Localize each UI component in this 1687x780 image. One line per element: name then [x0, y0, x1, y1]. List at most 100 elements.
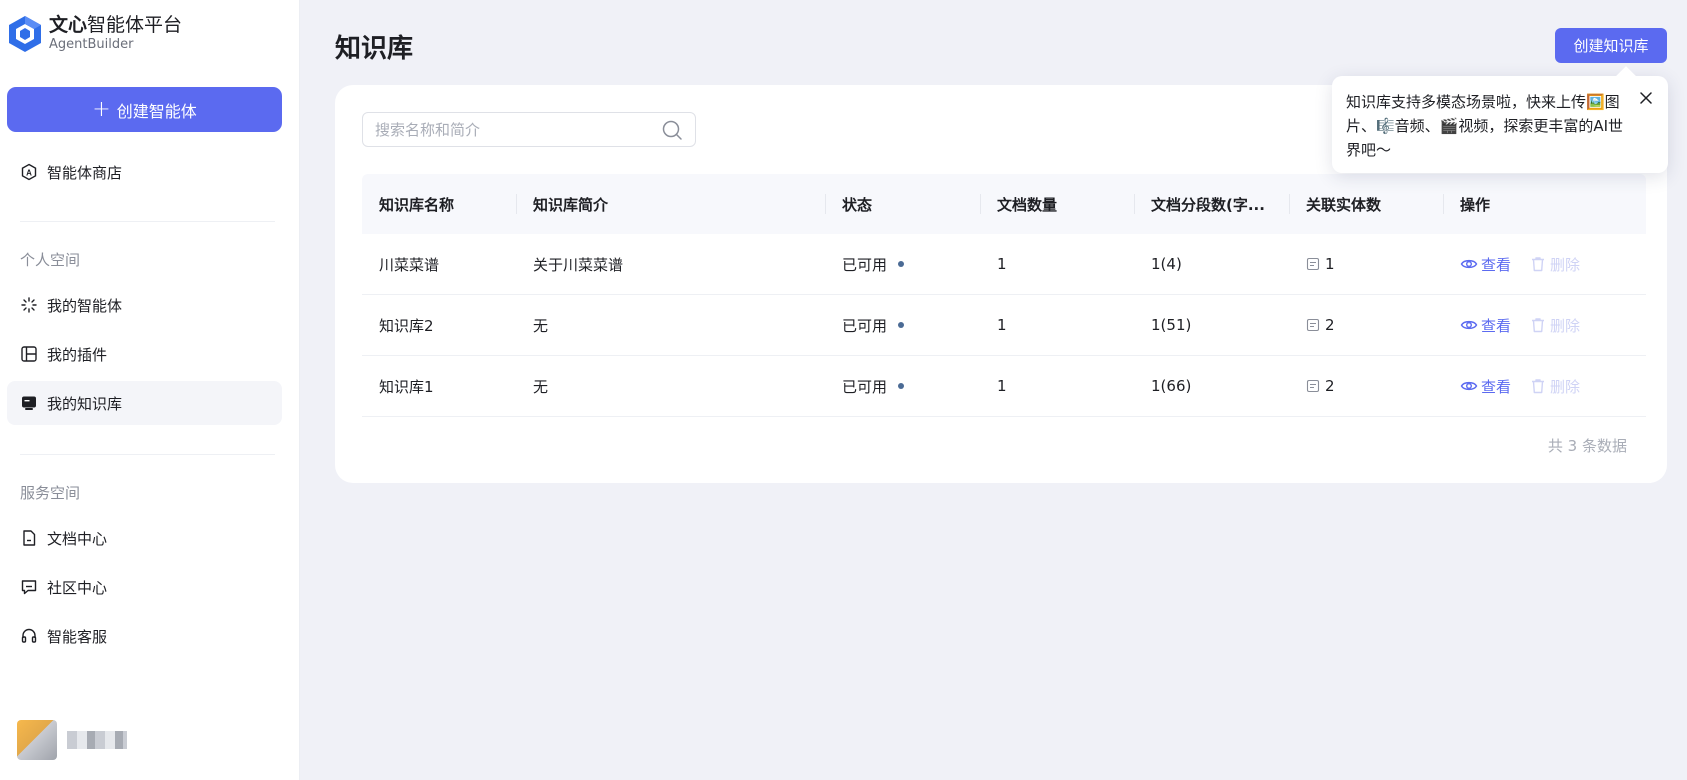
status-text: 已可用: [842, 255, 888, 274]
sidebar-item-community[interactable]: 社区中心: [7, 565, 282, 609]
view-label: 查看: [1481, 377, 1512, 396]
sparkle-icon: [21, 297, 37, 313]
store-icon: A: [21, 163, 37, 181]
app-logo[interactable]: 文心智能体平台 AgentBuilder: [8, 12, 182, 56]
document-icon: [23, 530, 36, 546]
view-button[interactable]: 查看: [1460, 376, 1511, 397]
kb-description: 关于川菜菜谱: [533, 255, 624, 274]
kb-doc-count: 1: [997, 377, 1007, 395]
eye-icon: [1460, 381, 1478, 391]
kb-segments: 1(51): [1151, 316, 1192, 334]
eye-icon: [1460, 320, 1478, 330]
sidebar-item-label: 我的插件: [47, 345, 108, 364]
chat-icon: [21, 580, 37, 595]
column-header-actions: 操作: [1443, 174, 1646, 234]
delete-button[interactable]: 删除: [1529, 315, 1580, 336]
sidebar-item-label: 智能客服: [47, 627, 108, 646]
table-body: 川菜菜谱 关于川菜菜谱 已可用 1 1(4) 1 查看 删除 知识库2 无已可用 1 1(51) 2 查看…: [362, 234, 1646, 417]
delete-button[interactable]: 删除: [1529, 376, 1580, 397]
document-icon: [1306, 379, 1320, 393]
sidebar-divider: [20, 221, 275, 222]
table-header: 知识库名称 知识库简介 状态 文档数量 文档分段数(字... 关联实体数 操作: [362, 174, 1646, 234]
column-header-segments: 文档分段数(字...: [1134, 174, 1289, 234]
document-icon: [1306, 318, 1320, 332]
column-header-entities: 关联实体数: [1289, 174, 1443, 234]
sidebar-item-label: 智能体商店: [47, 163, 123, 182]
kb-actions: 查看 删除: [1443, 356, 1646, 416]
kb-actions: 查看 删除: [1443, 234, 1646, 294]
knowledge-base-table: 知识库名称 知识库简介 状态 文档数量 文档分段数(字... 关联实体数 操作 …: [362, 174, 1646, 417]
view-label: 查看: [1481, 316, 1512, 335]
table-row[interactable]: 川菜菜谱 关于川菜菜谱 已可用 1 1(4) 1 查看 删除: [362, 234, 1646, 295]
status-dot: [898, 261, 905, 267]
create-agent-button[interactable]: + 创建智能体: [7, 87, 282, 132]
personal-section-label: 个人空间: [20, 251, 81, 269]
document-icon: [1306, 257, 1320, 271]
status-dot: [898, 322, 905, 328]
sidebar-divider: [20, 454, 275, 455]
trash-icon: [1532, 379, 1545, 394]
sidebar-item-support[interactable]: 智能客服: [7, 614, 282, 658]
status-text: 已可用: [842, 316, 888, 335]
kb-status: 已可用: [825, 356, 980, 416]
delete-label: 删除: [1550, 255, 1581, 274]
entity-count: 2: [1325, 377, 1335, 395]
sidebar-item-doc-center[interactable]: 文档中心: [7, 516, 282, 560]
status-text: 已可用: [842, 377, 888, 396]
multimodal-tooltip: 知识库支持多模态场景啦，快来上传🖼️图片、🎼音频、🎬视频，探索更丰富的AI世界吧…: [1332, 66, 1668, 173]
search-icon[interactable]: [661, 119, 683, 141]
kb-entities: 1: [1289, 234, 1443, 294]
kb-segments: 1(4): [1151, 255, 1182, 273]
column-header-name: 知识库名称: [379, 195, 455, 214]
sidebar-item-label: 我的知识库: [47, 394, 123, 413]
sidebar-item-my-knowledge-base[interactable]: 我的知识库: [7, 381, 282, 425]
create-knowledge-base-button[interactable]: 创建知识库: [1555, 28, 1667, 63]
close-icon[interactable]: [1638, 90, 1654, 106]
trash-icon: [1532, 318, 1545, 333]
delete-label: 删除: [1550, 377, 1581, 396]
table-row[interactable]: 知识库2 无 已可用 1 1(51) 2 查看 删除: [362, 295, 1646, 356]
column-header-doc-count: 文档数量: [980, 174, 1134, 234]
user-profile[interactable]: [17, 720, 127, 760]
kb-name: 知识库1: [379, 377, 434, 396]
headset-icon: [21, 628, 37, 643]
app-name: 文心智能体平台: [49, 14, 183, 37]
kb-segments: 1(66): [1151, 377, 1192, 395]
sidebar-item-my-plugins[interactable]: 我的插件: [7, 332, 282, 376]
sidebar-item-label: 我的智能体: [47, 296, 123, 315]
column-header-status: 状态: [825, 174, 980, 234]
entity-count: 2: [1325, 316, 1335, 334]
view-label: 查看: [1481, 255, 1512, 274]
kb-description: 无: [533, 377, 549, 396]
svg-text:A: A: [26, 168, 32, 177]
kb-status: 已可用: [825, 295, 980, 355]
kb-name: 知识库2: [379, 316, 434, 335]
kb-doc-count: 1: [997, 316, 1007, 334]
plus-icon: +: [92, 96, 111, 122]
user-name-redacted: [67, 731, 127, 749]
agentbuilder-logo-icon: [9, 16, 41, 52]
knowledge-base-icon: [22, 396, 36, 410]
column-header-description: 知识库简介: [516, 174, 825, 234]
kb-description: 无: [533, 316, 549, 335]
view-button[interactable]: 查看: [1460, 254, 1511, 275]
kb-actions: 查看 删除: [1443, 295, 1646, 355]
service-section-label: 服务空间: [20, 484, 81, 502]
kb-entities: 2: [1289, 356, 1443, 416]
status-dot: [898, 383, 905, 389]
sidebar-item-label: 文档中心: [47, 529, 108, 548]
search-placeholder: 搜索名称和简介: [375, 121, 481, 139]
kb-entities: 2: [1289, 295, 1443, 355]
plugin-icon: [21, 346, 37, 362]
delete-button[interactable]: 删除: [1529, 254, 1580, 275]
tooltip-text: 知识库支持多模态场景啦，快来上传🖼️图片、🎼音频、🎬视频，探索更丰富的AI世界吧…: [1346, 93, 1624, 159]
sidebar-item-my-agents[interactable]: 我的智能体: [7, 283, 282, 327]
kb-status: 已可用: [825, 234, 980, 294]
sidebar-item-agent-store[interactable]: A 智能体商店: [7, 150, 282, 194]
search-input[interactable]: 搜索名称和简介: [362, 112, 696, 147]
delete-label: 删除: [1550, 316, 1581, 335]
entity-count: 1: [1325, 255, 1335, 273]
kb-name: 川菜菜谱: [379, 255, 440, 274]
view-button[interactable]: 查看: [1460, 315, 1511, 336]
table-row[interactable]: 知识库1 无 已可用 1 1(66) 2 查看 删除: [362, 356, 1646, 417]
